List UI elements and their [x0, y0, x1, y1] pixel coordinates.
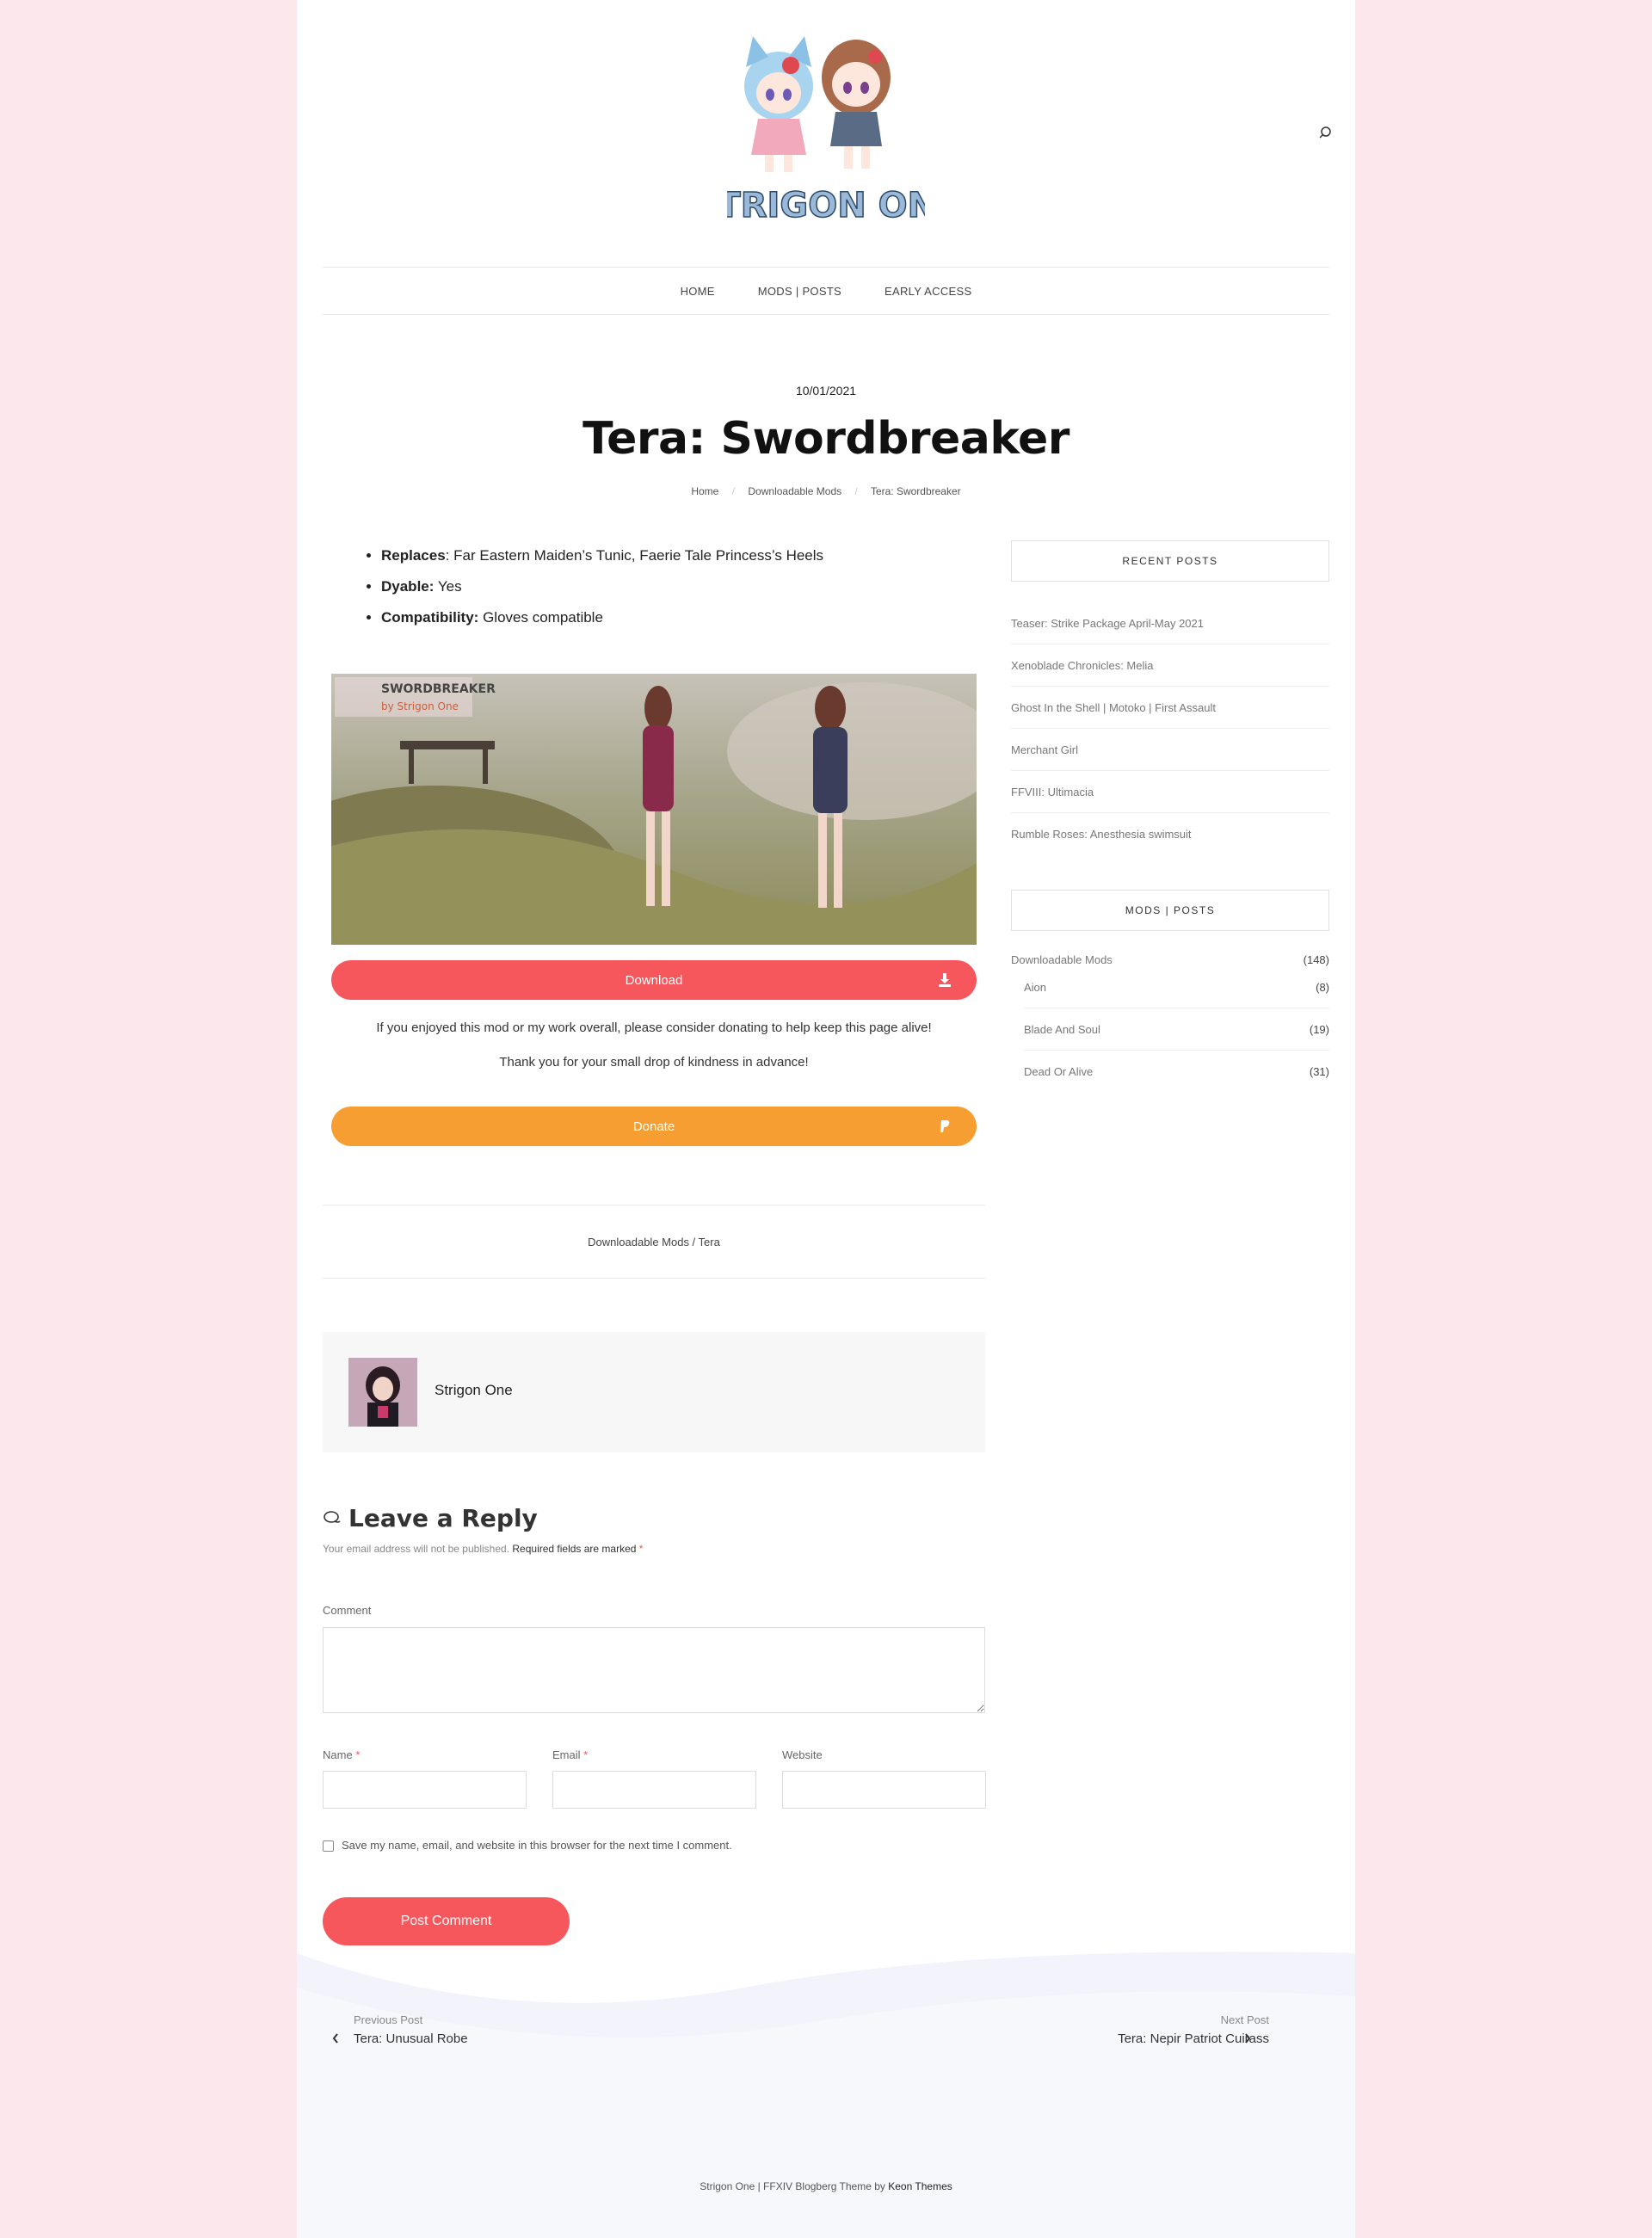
avatar[interactable] — [348, 1358, 417, 1427]
reply-note-text: Your email address will not be published… — [323, 1543, 510, 1555]
recent-posts-list: Teaser: Strike Package April-May 2021 Xe… — [1011, 602, 1329, 855]
post-content: Replaces: Far Eastern Maiden’s Tunic, Fa… — [323, 540, 986, 1945]
chevron-right-icon[interactable] — [1243, 2032, 1252, 2044]
site-logo[interactable]: STRIGON ONE — [692, 26, 960, 228]
category-item[interactable]: Downloadable Mods (148) — [1011, 953, 1329, 966]
required-star: * — [638, 1543, 644, 1555]
spec-item: Compatibility: Gloves compatible — [381, 602, 985, 633]
category-count: (31) — [1309, 1065, 1329, 1078]
category-count: (19) — [1309, 1022, 1329, 1036]
name-label-text: Name — [323, 1748, 353, 1761]
comment-icon — [323, 1504, 342, 1532]
svg-text:SWORDBREAKER: SWORDBREAKER — [381, 682, 496, 696]
category-name[interactable]: Blade And Soul — [1024, 1023, 1100, 1036]
category-name[interactable]: Dead Or Alive — [1024, 1065, 1093, 1078]
website-field[interactable] — [782, 1771, 986, 1809]
author-box: Strigon One — [323, 1332, 985, 1452]
website-label: Website — [782, 1748, 823, 1761]
breadcrumb-category[interactable]: Downloadable Mods — [748, 485, 841, 497]
save-info-checkbox[interactable] — [323, 1840, 334, 1852]
recent-post-link[interactable]: Rumble Roses: Anesthesia swimsuit — [1011, 813, 1329, 855]
svg-text:by Strigon One: by Strigon One — [381, 700, 459, 712]
page-container: STRIGON ONE HOME MODS | POSTS EARLY ACCE… — [297, 0, 1355, 2238]
nav-mods-posts[interactable]: MODS | POSTS — [758, 285, 841, 298]
nav-home[interactable]: HOME — [681, 285, 715, 298]
name-field[interactable] — [323, 1771, 527, 1809]
svg-text:STRIGON ONE: STRIGON ONE — [727, 186, 925, 225]
category-item[interactable]: Blade And Soul (19) — [1024, 1008, 1329, 1051]
post-title: Tera: Swordbreaker — [583, 413, 1069, 465]
category-name[interactable]: Downloadable Mods — [1011, 953, 1113, 966]
spec-value: Far Eastern Maiden’s Tunic, Faerie Tale … — [449, 547, 824, 564]
name-label: Name * — [323, 1748, 360, 1761]
category-count: (148) — [1303, 953, 1329, 966]
spec-item: Replaces: Far Eastern Maiden’s Tunic, Fa… — [381, 540, 985, 571]
recent-post-link[interactable]: FFVIII: Ultimacia — [1011, 771, 1329, 813]
recent-post-link[interactable]: Ghost In the Shell | Motoko | First Assa… — [1011, 687, 1329, 729]
download-icon — [937, 972, 952, 988]
email-label: Email * — [552, 1748, 588, 1761]
donate-button[interactable]: Donate — [331, 1107, 977, 1146]
post-tags[interactable]: Downloadable Mods / Tera — [323, 1205, 985, 1279]
spec-key: Compatibility: — [381, 609, 479, 626]
category-list: Downloadable Mods (148) Aion (8) Blade A… — [1011, 953, 1329, 1093]
footer-credits: Strigon One | FFXIV Blogberg Theme by Ke… — [297, 2180, 1355, 2192]
recent-post-link[interactable]: Merchant Girl — [1011, 729, 1329, 771]
previous-post-link[interactable]: Previous Post Tera: Unusual Robe — [354, 2013, 468, 2046]
chevron-left-icon[interactable] — [331, 2032, 340, 2044]
spec-value: Gloves compatible — [478, 609, 603, 626]
paypal-icon — [937, 1119, 952, 1134]
reply-heading: Leave a Reply — [323, 1504, 538, 1532]
category-count: (8) — [1316, 980, 1329, 994]
author-name[interactable]: Strigon One — [435, 1382, 513, 1399]
category-item[interactable]: Aion (8) — [1024, 966, 1329, 1008]
footer-wave — [297, 1936, 1355, 2238]
post-date: 10/01/2021 — [795, 384, 857, 398]
reply-heading-text: Leave a Reply — [348, 1504, 538, 1532]
breadcrumb: Home / Downloadable Mods / Tera: Swordbr… — [297, 485, 1355, 497]
breadcrumb-separator: / — [854, 485, 858, 497]
sidebar: RECENT POSTS Teaser: Strike Package Apri… — [1011, 540, 1329, 1093]
reply-note-required: Required fields are marked — [512, 1543, 637, 1555]
download-label: Download — [625, 972, 683, 988]
previous-post-label: Previous Post — [354, 2013, 423, 2026]
spec-key: Dyable: — [381, 578, 435, 595]
required-star: * — [583, 1748, 589, 1761]
category-item[interactable]: Dead Or Alive (31) — [1024, 1051, 1329, 1093]
breadcrumb-home[interactable]: Home — [691, 485, 718, 497]
donate-label: Donate — [632, 1119, 675, 1134]
comment-field[interactable] — [323, 1627, 985, 1713]
breadcrumb-current: Tera: Swordbreaker — [870, 485, 961, 497]
thanks-message: Thank you for your small drop of kindnes… — [499, 1055, 809, 1070]
donate-message: If you enjoyed this mod or my work overa… — [376, 1020, 932, 1035]
required-star: * — [355, 1748, 361, 1761]
recent-post-link[interactable]: Teaser: Strike Package April-May 2021 — [1011, 602, 1329, 644]
footer-text: Strigon One | FFXIV Blogberg Theme by — [700, 2180, 885, 2192]
reply-note: Your email address will not be published… — [323, 1543, 643, 1555]
spec-key: Replaces — [381, 547, 446, 564]
spec-item: Dyable: Yes — [381, 571, 985, 602]
spec-list: Replaces: Far Eastern Maiden’s Tunic, Fa… — [381, 540, 985, 633]
category-name[interactable]: Aion — [1024, 981, 1046, 994]
recent-posts-title: RECENT POSTS — [1011, 540, 1329, 582]
comment-label: Comment — [323, 1604, 372, 1617]
categories-title: MODS | POSTS — [1011, 890, 1329, 931]
spec-value: Yes — [434, 578, 462, 595]
mod-preview-image[interactable]: SWORDBREAKER by Strigon One — [331, 674, 977, 945]
main-nav: HOME MODS | POSTS EARLY ACCESS — [323, 267, 1329, 315]
recent-post-link[interactable]: Xenoblade Chronicles: Melia — [1011, 644, 1329, 687]
download-button[interactable]: Download — [331, 960, 977, 1000]
search-icon[interactable] — [1317, 126, 1333, 141]
email-label-text: Email — [552, 1748, 581, 1761]
breadcrumb-separator: / — [731, 485, 736, 497]
next-post-label: Next Post — [1220, 2013, 1269, 2026]
email-field[interactable] — [552, 1771, 756, 1809]
footer-brand-link[interactable]: Keon Themes — [888, 2180, 952, 2192]
previous-post-title[interactable]: Tera: Unusual Robe — [354, 2031, 468, 2046]
save-info-label: Save my name, email, and website in this… — [342, 1839, 732, 1852]
nav-early-access[interactable]: EARLY ACCESS — [885, 285, 971, 298]
